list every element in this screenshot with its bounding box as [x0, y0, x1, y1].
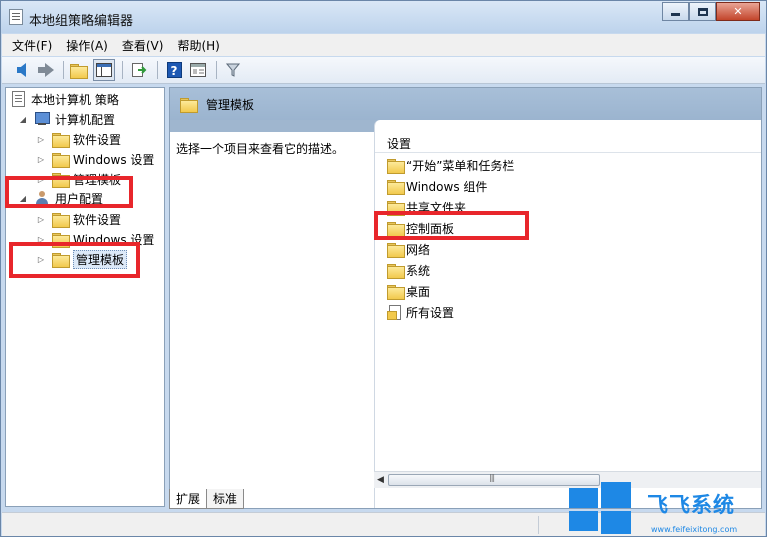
forward-button[interactable]: [34, 59, 56, 81]
folder-icon: [387, 179, 405, 195]
help-icon: ?: [166, 62, 182, 78]
export-list-icon: [132, 63, 147, 77]
list-item-label: 桌面: [406, 284, 431, 299]
expand-triangle-icon[interactable]: ▷: [36, 215, 46, 224]
minimize-button[interactable]: [662, 2, 689, 21]
list-item-network[interactable]: 网络: [387, 239, 430, 259]
folder-icon: [52, 212, 70, 228]
folder-icon: [387, 263, 405, 279]
menu-bar: 文件(F) 操作(A) 查看(V) 帮助(H): [2, 34, 765, 56]
highlight-box-admin-templates: [9, 242, 140, 278]
tree-item-label: 软件设置: [73, 212, 122, 227]
folder-icon: [180, 97, 198, 113]
highlight-box-control-panel: [374, 211, 529, 240]
menu-action[interactable]: 操作(A): [66, 37, 108, 54]
list-item-windows-components[interactable]: Windows 组件: [387, 176, 487, 196]
list-item-label: Windows 组件: [406, 179, 488, 194]
maximize-icon: [697, 7, 708, 16]
toolbar-separator: [157, 61, 158, 79]
minimize-icon: [671, 13, 680, 16]
maximize-button[interactable]: [689, 2, 716, 21]
details-title: 管理模板: [206, 97, 255, 112]
tree-item-label: 软件设置: [73, 132, 122, 147]
close-button[interactable]: ✕: [716, 2, 760, 21]
up-level-button[interactable]: [69, 59, 91, 81]
tab-extended[interactable]: 扩展: [169, 489, 208, 509]
highlight-box-user-config: [5, 176, 133, 208]
list-item-label: 所有设置: [406, 305, 455, 320]
back-arrow-icon: [16, 63, 26, 77]
computer-icon: [34, 112, 50, 126]
up-folder-icon: [69, 63, 88, 79]
list-item-desktop[interactable]: 桌面: [387, 281, 430, 301]
horizontal-scrollbar[interactable]: ◀: [374, 471, 761, 488]
list-item-all-settings[interactable]: 所有设置: [387, 302, 454, 322]
expand-triangle-icon[interactable]: ▷: [36, 155, 46, 164]
folder-icon: [387, 242, 405, 258]
toolbar-separator: [122, 61, 123, 79]
tree-item-user-software-settings[interactable]: ▷ 软件设置: [36, 209, 121, 229]
details-header: 管理模板: [170, 88, 761, 120]
toolbar: ?: [2, 57, 765, 84]
list-item-label: “开始”菜单和任务栏: [406, 158, 515, 173]
folder-icon: [52, 132, 70, 148]
list-item-label: 系统: [406, 263, 431, 278]
tree-item-root[interactable]: 本地计算机 策略: [12, 89, 119, 109]
tree-item-label: 本地计算机 策略: [31, 92, 119, 107]
properties-icon: [190, 63, 206, 77]
watermark-brand: 飞飞系统: [647, 493, 735, 517]
show-hide-tree-icon: [96, 63, 112, 77]
all-settings-icon: [387, 305, 403, 320]
export-list-button[interactable]: [128, 59, 150, 81]
list-item-label: 网络: [406, 242, 431, 257]
expand-triangle-icon[interactable]: ▷: [36, 135, 46, 144]
folder-icon: [52, 152, 70, 168]
window-title: 本地组策略编辑器: [29, 14, 134, 29]
folder-icon: [387, 158, 405, 174]
column-header-setting[interactable]: 设置: [387, 135, 411, 152]
column-header-divider: [375, 152, 761, 153]
show-hide-tree-button[interactable]: [93, 59, 115, 81]
tree-item-label: 计算机配置: [55, 112, 116, 127]
watermark-url: www.feifeixitong.com: [651, 525, 738, 534]
app-window: 本地组策略编辑器 ✕ 文件(F) 操作(A) 查看(V) 帮助(H) ? 本地计…: [0, 0, 767, 537]
menu-view[interactable]: 查看(V): [122, 37, 164, 54]
settings-list: 设置 “开始”菜单和任务栏 Windows 组件 共享文件夹 控制面板 网络 系…: [374, 120, 761, 508]
list-item-system[interactable]: 系统: [387, 260, 430, 280]
policy-tree: 本地计算机 策略 ◢ 计算机配置 ▷ 软件设置 ▷ Windows 设置 ▷ 管…: [5, 87, 165, 507]
policy-editor-icon: [9, 9, 23, 25]
forward-arrow-icon: [37, 63, 54, 77]
filter-button[interactable]: [222, 59, 244, 81]
tree-item-computer-config[interactable]: ◢ 计算机配置: [18, 109, 115, 129]
view-tabs: 扩展 标准: [169, 489, 245, 509]
scroll-left-icon[interactable]: ◀: [377, 475, 384, 485]
watermark-windows-logo: [569, 482, 631, 534]
folder-icon: [387, 284, 405, 300]
window-controls: ✕: [662, 2, 760, 21]
title-bar[interactable]: 本地组策略编辑器 ✕: [1, 1, 766, 33]
tree-item-computer-windows-settings[interactable]: ▷ Windows 设置: [36, 149, 154, 169]
help-button[interactable]: ?: [163, 59, 185, 81]
toolbar-separator: [216, 61, 217, 79]
back-button[interactable]: [10, 59, 32, 81]
details-pane: 管理模板 选择一个项目来查看它的描述。 设置 “开始”菜单和任务栏 Window…: [169, 87, 762, 509]
tree-item-computer-software-settings[interactable]: ▷ 软件设置: [36, 129, 121, 149]
description-text: 选择一个项目来查看它的描述。: [176, 142, 345, 156]
collapse-triangle-icon[interactable]: ◢: [18, 115, 28, 124]
properties-button[interactable]: [187, 59, 209, 81]
status-separator: [538, 516, 539, 534]
filter-icon: [226, 63, 240, 77]
menu-file[interactable]: 文件(F): [12, 37, 52, 54]
close-icon: ✕: [733, 5, 743, 18]
tab-standard[interactable]: 标准: [206, 489, 245, 509]
toolbar-separator: [63, 61, 64, 79]
tree-item-label: Windows 设置: [73, 152, 155, 167]
menu-help[interactable]: 帮助(H): [177, 37, 219, 54]
list-item-start-menu-taskbar[interactable]: “开始”菜单和任务栏: [387, 155, 514, 175]
policy-document-icon: [12, 91, 25, 107]
